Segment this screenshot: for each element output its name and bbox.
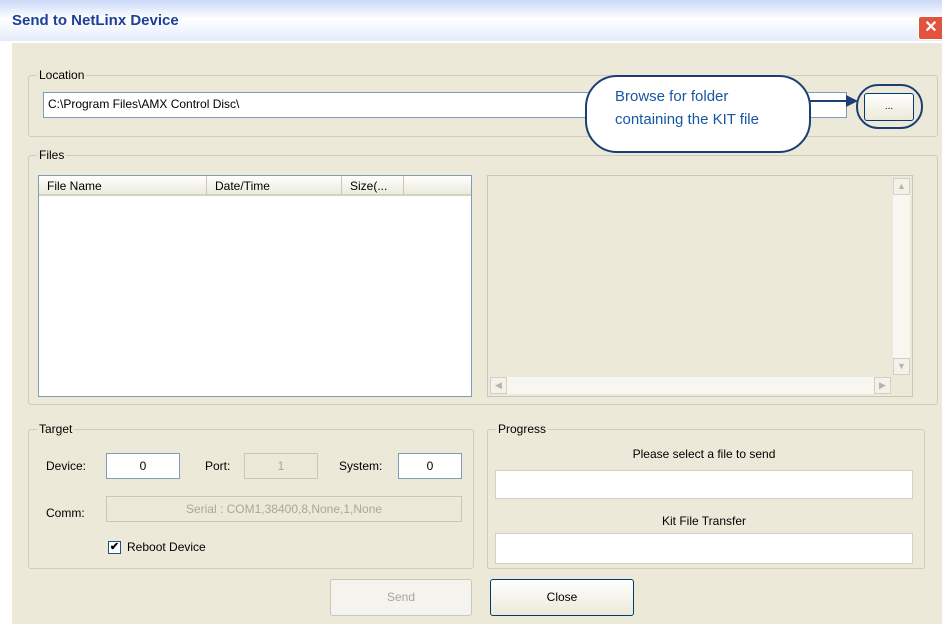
reboot-device-label[interactable]: Reboot Device bbox=[127, 540, 206, 554]
kit-transfer-label: Kit File Transfer bbox=[661, 514, 747, 528]
file-progress-bar bbox=[495, 470, 913, 499]
device-label: Device: bbox=[46, 459, 87, 473]
scroll-down-icon[interactable]: ▼ bbox=[893, 358, 910, 375]
device-field[interactable]: 0 bbox=[106, 453, 180, 479]
send-button[interactable]: Send bbox=[330, 579, 472, 616]
system-field[interactable]: 0 bbox=[398, 453, 462, 479]
scroll-up-icon[interactable]: ▲ bbox=[893, 178, 910, 195]
column-date-time[interactable]: Date/Time bbox=[207, 176, 342, 196]
device-value: 0 bbox=[139, 459, 147, 473]
window-title: Send to NetLinx Device bbox=[12, 12, 179, 29]
callout-line-1: Browse for folder bbox=[615, 88, 729, 105]
progress-status-text: Please select a file to send bbox=[632, 447, 776, 461]
vertical-scrollbar[interactable] bbox=[893, 178, 910, 375]
callout-line-2: containing the KIT file bbox=[615, 111, 759, 128]
files-legend: Files bbox=[37, 148, 67, 162]
browse-highlight-ring bbox=[856, 84, 923, 129]
comm-value: Serial : COM1,38400,8,None,1,None bbox=[185, 502, 383, 516]
system-label: System: bbox=[339, 459, 383, 473]
reboot-device-checkbox[interactable]: ✔ bbox=[108, 541, 121, 554]
system-value: 0 bbox=[426, 459, 434, 473]
horizontal-scrollbar[interactable] bbox=[490, 377, 891, 394]
comm-label: Comm: bbox=[46, 506, 85, 520]
close-button[interactable]: Close bbox=[490, 579, 634, 616]
location-path-text: C:\Program Files\AMX Control Disc\ bbox=[48, 97, 240, 111]
callout-arrow-icon bbox=[810, 95, 858, 107]
port-value: 1 bbox=[277, 459, 285, 473]
file-preview-pane[interactable]: ▲ ▼ ◀ ▶ bbox=[487, 175, 913, 397]
column-file-name[interactable]: File Name bbox=[39, 176, 207, 196]
column-filler bbox=[404, 176, 471, 196]
scroll-left-icon[interactable]: ◀ bbox=[490, 377, 507, 394]
progress-legend: Progress bbox=[496, 422, 549, 436]
close-window-icon[interactable]: ✕ bbox=[918, 16, 942, 40]
location-legend: Location bbox=[37, 68, 87, 82]
file-list[interactable]: File Name Date/Time Size(... bbox=[38, 175, 472, 397]
kit-progress-bar bbox=[495, 533, 913, 564]
column-size[interactable]: Size(... bbox=[342, 176, 404, 196]
target-legend: Target bbox=[37, 422, 75, 436]
title-bar: Send to NetLinx Device ✕ bbox=[0, 0, 942, 41]
port-field[interactable]: 1 bbox=[244, 453, 318, 479]
scroll-right-icon[interactable]: ▶ bbox=[874, 377, 891, 394]
comm-field[interactable]: Serial : COM1,38400,8,None,1,None bbox=[106, 496, 462, 522]
browse-callout: Browse for folder containing the KIT fil… bbox=[585, 75, 811, 153]
port-label: Port: bbox=[205, 459, 231, 473]
